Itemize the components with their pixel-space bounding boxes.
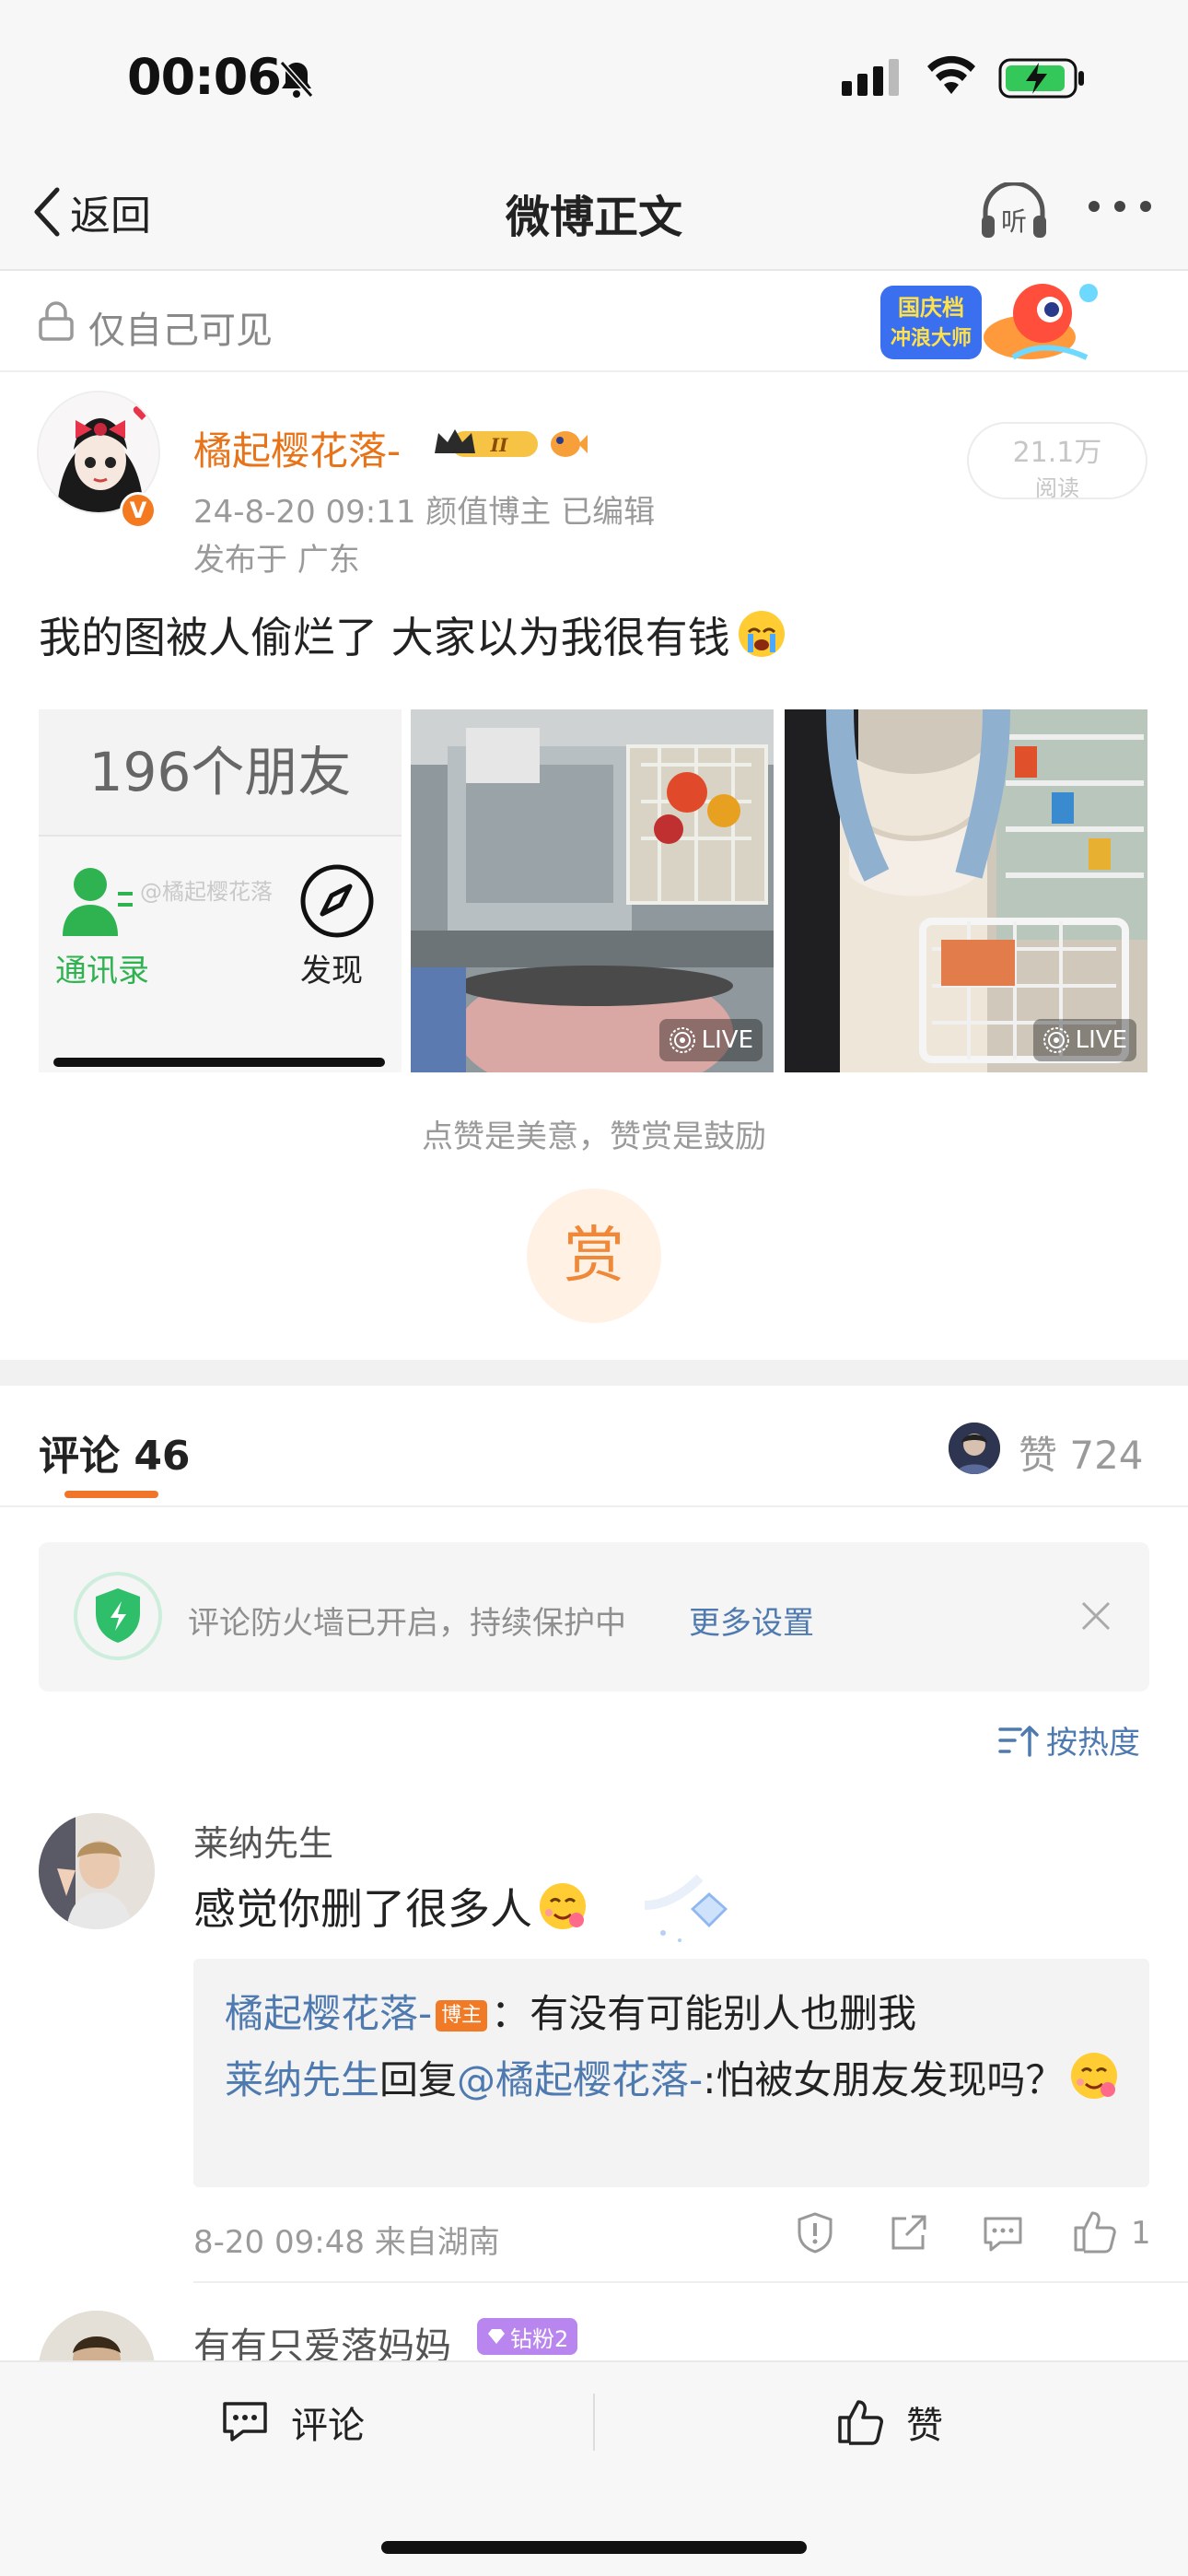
image-watermark: @橘起樱花落 [140, 879, 273, 905]
fan-badge-label: 钻粉2 [510, 2325, 569, 2352]
listen-headphones-icon[interactable]: 听 [978, 181, 1050, 245]
comment-divider [193, 2281, 1188, 2283]
verified-badge-icon: V [120, 492, 157, 529]
bottom-separator [593, 2394, 595, 2451]
comment-text: 感觉你删了很多人 [193, 1876, 589, 1937]
tab-active-underline [64, 1491, 158, 1498]
post-text-content: 我的图被人偷烂了 大家以为我很有钱 [39, 613, 730, 662]
thumbnail-home-indicator [53, 1058, 385, 1067]
crying-emoji-icon [738, 611, 785, 657]
live-photo-badge: LIVE [658, 1019, 763, 1061]
crown-level-badge-icon[interactable]: II [433, 426, 542, 464]
reply-text: :怕被女朋友发现吗？ [703, 2057, 1065, 2102]
reply-item: 橘起樱花落- 博主 ：有没有可能别人也删我 [225, 1983, 916, 2039]
drooling-emoji-icon [1071, 2053, 1118, 2099]
reward-button[interactable]: 赏 [527, 1188, 661, 1323]
svg-text:II: II [490, 434, 508, 456]
svg-text:冲浪大师: 冲浪大师 [891, 326, 972, 350]
read-count-label: 阅读 [1035, 475, 1079, 501]
lock-icon [37, 300, 76, 346]
post-text: 我的图被人偷烂了 大家以为我很有钱 [39, 604, 787, 665]
reply-author[interactable]: 莱纳先生 [225, 2057, 379, 2102]
post-image-1[interactable]: 196个朋友 通讯录 发现 @橘起樱花落 [39, 709, 402, 1072]
shield-icon [74, 1572, 162, 1664]
discover-label: 发现 [300, 953, 363, 989]
wifi-icon [925, 55, 978, 100]
post-image-3[interactable]: LIVE [785, 709, 1147, 1072]
friends-count-text: 196个朋友 [39, 709, 402, 835]
holiday-promo-badge[interactable]: 国庆档 冲浪大师 [875, 273, 1105, 374]
comment-firewall-notice: 评论防火墙已开启，持续保护中 更多设置 [39, 1542, 1149, 1692]
post-location: 发布于 广东 [193, 542, 360, 579]
sort-icon [998, 1725, 1039, 1757]
sort-label: 按热度 [1046, 1725, 1140, 1762]
section-divider [0, 1360, 1188, 1386]
visibility-label: 仅自己可见 [88, 310, 273, 352]
bottom-comment-label: 评论 [291, 2405, 365, 2447]
read-count-badge: 21.1万 阅读 [967, 422, 1147, 501]
live-label: LIVE [701, 1026, 753, 1054]
bottom-comment-button[interactable]: 评论 [221, 2395, 365, 2449]
drooling-emoji-icon [540, 1883, 586, 1929]
thumbs-up-icon[interactable] [1072, 2209, 1118, 2257]
live-label: LIVE [1075, 1026, 1127, 1054]
svg-text:听: 听 [1001, 206, 1027, 237]
tab-comments[interactable]: 评论 46 [39, 1423, 191, 1481]
contacts-label: 通讯录 [55, 953, 149, 989]
comment-text-content: 感觉你删了很多人 [193, 1884, 532, 1934]
bottom-like-button[interactable]: 赞 [836, 2395, 943, 2449]
fish-badge-icon[interactable] [547, 426, 589, 464]
thumbs-up-icon [838, 2400, 883, 2445]
more-options-icon[interactable] [1087, 199, 1153, 217]
reply-item: 莱纳先生回复@橘起樱花落-:怕被女朋友发现吗？ [225, 2049, 1127, 2111]
reply-author[interactable]: 橘起樱花落- [225, 1991, 432, 2036]
post-meta: 24-8-20 09:11 颜值博主 已编辑 [193, 494, 656, 531]
author-name[interactable]: 橘起樱花落- [193, 420, 401, 476]
svg-text:国庆档: 国庆档 [898, 295, 964, 321]
firewall-settings-link[interactable]: 更多设置 [689, 1598, 814, 1643]
reply-verb: 回复 [379, 2057, 458, 2102]
reply-icon[interactable] [982, 2215, 1024, 2257]
live-photo-icon [1042, 1027, 1069, 1053]
diamond-decoration-icon [635, 1868, 737, 1950]
reply-mention[interactable]: @橘起樱花落- [457, 2057, 703, 2102]
firewall-status-text: 评论防火墙已开启，持续保护中 [188, 1605, 626, 1642]
read-count-number: 21.1万 [1012, 437, 1102, 469]
commenter-name[interactable]: 莱纳先生 [193, 1815, 333, 1866]
liker-avatar [949, 1423, 1000, 1474]
reply-thread[interactable]: 橘起樱花落- 博主 ：有没有可能别人也删我 莱纳先生回复@橘起樱花落-:怕被女朋友发… [193, 1959, 1149, 2187]
bell-muted-icon [276, 59, 317, 103]
compass-icon [298, 862, 376, 943]
live-photo-badge: LIVE [1032, 1019, 1136, 1061]
diamond-icon [488, 2329, 505, 2344]
commenter-avatar[interactable] [39, 1813, 155, 1929]
comment-time: 8-20 09:48 来自湖南 [193, 2224, 500, 2261]
diamond-fan-badge: 钻粉2 [477, 2318, 578, 2355]
reward-prompt: 点赞是美意，赞赏是鼓励 [422, 1118, 766, 1155]
share-icon[interactable] [888, 2213, 928, 2257]
post-image-2[interactable]: LIVE [411, 709, 774, 1072]
tab-likes[interactable]: 赞 724 [1019, 1424, 1144, 1481]
live-photo-icon [669, 1027, 695, 1053]
reward-glyph: 赏 [564, 1220, 624, 1291]
battery-charging-icon [998, 57, 1087, 103]
status-time: 00:06 [127, 48, 282, 106]
cellular-signal-icon [842, 59, 903, 100]
comment-like-count: 1 [1131, 2215, 1151, 2252]
contacts-icon [59, 864, 136, 942]
home-indicator [381, 2541, 807, 2554]
owner-tag: 博主 [436, 2000, 488, 2032]
reply-text: ：有没有可能别人也删我 [491, 1991, 917, 2036]
report-icon[interactable] [794, 2211, 836, 2257]
sort-by-hot-button[interactable]: 按热度 [998, 1717, 1140, 1762]
tab-divider [0, 1505, 1188, 1507]
bottom-like-label: 赞 [906, 2405, 943, 2447]
comment-icon [223, 2402, 267, 2441]
close-icon[interactable] [1077, 1598, 1114, 1638]
